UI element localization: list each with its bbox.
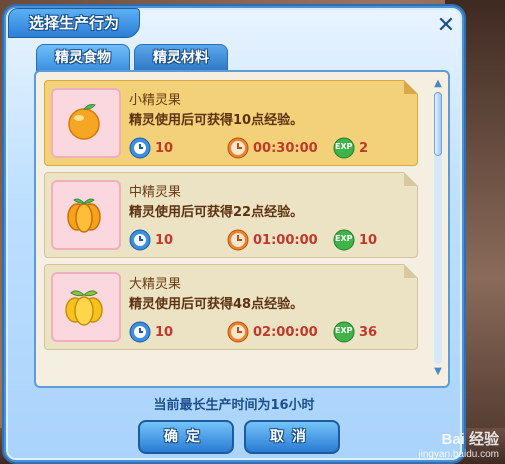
list-item-small-fruit[interactable]: 小精灵果 精灵使用后可获得10点经验。 10 00:30:00 EXP 2 <box>44 80 418 166</box>
item-list: 小精灵果 精灵使用后可获得10点经验。 10 00:30:00 EXP 2 中精… <box>34 70 450 388</box>
count-icon <box>129 229 151 251</box>
max-production-time-note: 当前最长生产时间为16小时 <box>153 398 315 413</box>
small-fruit-icon <box>68 104 100 140</box>
count-icon <box>129 137 151 159</box>
item-name: 中精灵果 <box>129 185 182 200</box>
scroll-up-icon[interactable]: ▲ <box>432 78 444 90</box>
page-fold-corner <box>404 172 418 186</box>
exp-badge-text: EXP <box>335 326 353 335</box>
clock-icon <box>227 137 249 159</box>
scroll-down-icon[interactable]: ▼ <box>432 366 444 378</box>
watermark-brand: Bai 经验 <box>441 431 499 448</box>
confirm-button[interactable]: 确定 <box>138 420 234 454</box>
count-icon <box>129 321 151 343</box>
production-dialog: 选择生产行为 ✕ 精灵食物 精灵材料 小精灵果 精灵使用后可获得10点经验。 1… <box>4 6 464 462</box>
scroll-thumb[interactable] <box>434 92 442 156</box>
watermark: Bai 经验 jingyan.baidu.com <box>418 428 499 460</box>
list-item-large-fruit[interactable]: 大精灵果 精灵使用后可获得48点经验。 10 02:00:00 EXP 36 <box>44 264 418 350</box>
list-item-medium-fruit[interactable]: 中精灵果 精灵使用后可获得22点经验。 10 01:00:00 EXP 10 <box>44 172 418 258</box>
item-time-value: 02:00:00 <box>253 325 318 340</box>
medium-fruit-icon <box>67 198 101 233</box>
item-description: 精灵使用后可获得10点经验。 <box>129 113 304 128</box>
item-thumbnail <box>51 272 121 342</box>
item-exp-value: 10 <box>359 233 378 248</box>
item-description: 精灵使用后可获得48点经验。 <box>129 297 304 312</box>
large-fruit-icon <box>65 290 103 326</box>
exp-badge-text: EXP <box>335 142 353 151</box>
close-button[interactable]: ✕ <box>434 14 458 38</box>
item-exp-value: 36 <box>359 325 378 340</box>
clock-icon <box>227 321 249 343</box>
item-time-value: 00:30:00 <box>253 141 318 156</box>
item-name: 大精灵果 <box>129 277 182 292</box>
item-time-value: 01:00:00 <box>253 233 318 248</box>
item-thumbnail <box>51 88 121 158</box>
list-scrollbar[interactable]: ▲ ▼ <box>432 78 444 378</box>
item-count-value: 10 <box>155 325 174 340</box>
watermark-url: jingyan.baidu.com <box>418 449 499 460</box>
item-count-value: 10 <box>155 141 174 156</box>
item-exp-value: 2 <box>359 141 369 156</box>
page-fold-corner <box>404 264 418 278</box>
item-thumbnail <box>51 180 121 250</box>
page-fold-corner <box>404 80 418 94</box>
cancel-button[interactable]: 取消 <box>244 420 340 454</box>
item-description: 精灵使用后可获得22点经验。 <box>129 205 304 220</box>
item-name: 小精灵果 <box>129 93 182 108</box>
tab-spirit-food[interactable]: 精灵食物 <box>36 44 130 72</box>
scroll-track[interactable] <box>434 92 442 364</box>
item-count-value: 10 <box>155 233 174 248</box>
clock-icon <box>227 229 249 251</box>
exp-badge-text: EXP <box>335 234 353 243</box>
dialog-title: 选择生产行为 <box>8 8 140 38</box>
tab-spirit-material[interactable]: 精灵材料 <box>134 44 228 72</box>
